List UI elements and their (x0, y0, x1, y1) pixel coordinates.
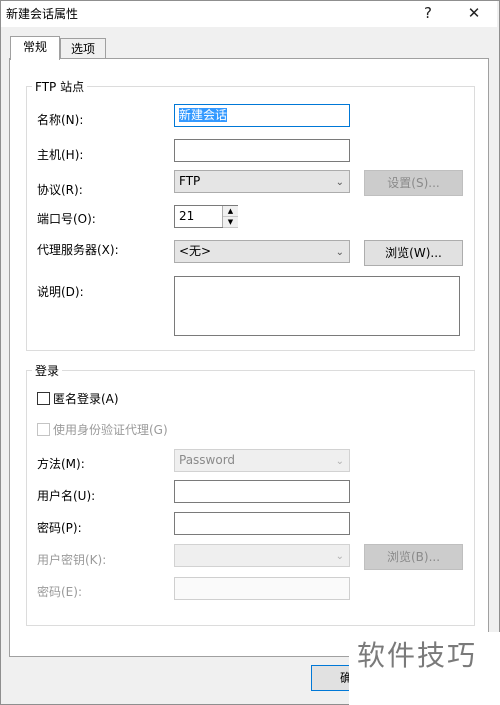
login-legend: 登录 (32, 362, 63, 379)
passphrase-label: 密码(E): (37, 585, 82, 599)
auth-proxy-checkbox[interactable] (37, 423, 50, 436)
description-label: 说明(D): (37, 285, 84, 299)
anonymous-login-label[interactable]: 匿名登录(A) (53, 390, 119, 407)
spin-up-icon[interactable]: ▲ (223, 206, 238, 217)
method-select-value: Password (179, 453, 236, 467)
description-textarea[interactable] (174, 276, 460, 336)
anonymous-login-checkbox[interactable] (37, 392, 50, 405)
ftp-site-legend: FTP 站点 (32, 78, 88, 95)
name-input[interactable]: 新建会话 (174, 104, 350, 127)
method-label: 方法(M): (37, 457, 85, 471)
name-input-value: 新建会话 (179, 108, 228, 122)
username-input[interactable] (174, 480, 350, 503)
chevron-down-icon: ⌄ (335, 177, 344, 188)
window-title: 新建会话属性 (6, 7, 79, 21)
help-icon[interactable]: ? (415, 3, 441, 23)
port-spinner[interactable]: ▲ ▼ (222, 206, 238, 228)
port-input-value: 21 (179, 209, 195, 223)
protocol-select-value: FTP (179, 174, 201, 188)
protocol-label: 协议(R): (37, 183, 83, 197)
auth-proxy-label: 使用身份验证代理(G) (53, 423, 168, 437)
proxy-label: 代理服务器(X): (37, 243, 119, 257)
browse-proxy-button[interactable]: 浏览(W)... (364, 240, 463, 266)
watermark: 软件技巧 (349, 632, 500, 705)
password-label: 密码(P): (37, 521, 82, 535)
tab-options[interactable]: 选项 (60, 38, 106, 59)
proxy-select[interactable]: <无> ⌄ (174, 240, 350, 263)
port-label: 端口号(O): (37, 212, 96, 226)
protocol-select[interactable]: FTP ⌄ (174, 170, 350, 193)
username-label: 用户名(U): (37, 489, 96, 503)
chevron-down-icon: ⌄ (335, 456, 344, 467)
close-icon[interactable]: ✕ (461, 3, 487, 23)
proxy-select-value: <无> (179, 244, 212, 258)
spin-down-icon[interactable]: ▼ (223, 217, 238, 228)
chevron-down-icon: ⌄ (335, 551, 344, 562)
method-select[interactable]: Password ⌄ (174, 449, 350, 472)
name-label: 名称(N): (37, 113, 84, 127)
passphrase-input[interactable] (174, 577, 350, 600)
browse-key-button[interactable]: 浏览(B)... (364, 544, 463, 570)
password-input[interactable] (174, 512, 350, 535)
user-key-label: 用户密钥(K): (37, 553, 107, 567)
tab-general[interactable]: 常规 (10, 36, 60, 60)
user-key-select[interactable]: ⌄ (174, 544, 350, 567)
host-input[interactable] (174, 139, 350, 162)
host-label: 主机(H): (37, 148, 84, 162)
settings-button[interactable]: 设置(S)... (364, 170, 463, 196)
chevron-down-icon: ⌄ (335, 247, 344, 258)
